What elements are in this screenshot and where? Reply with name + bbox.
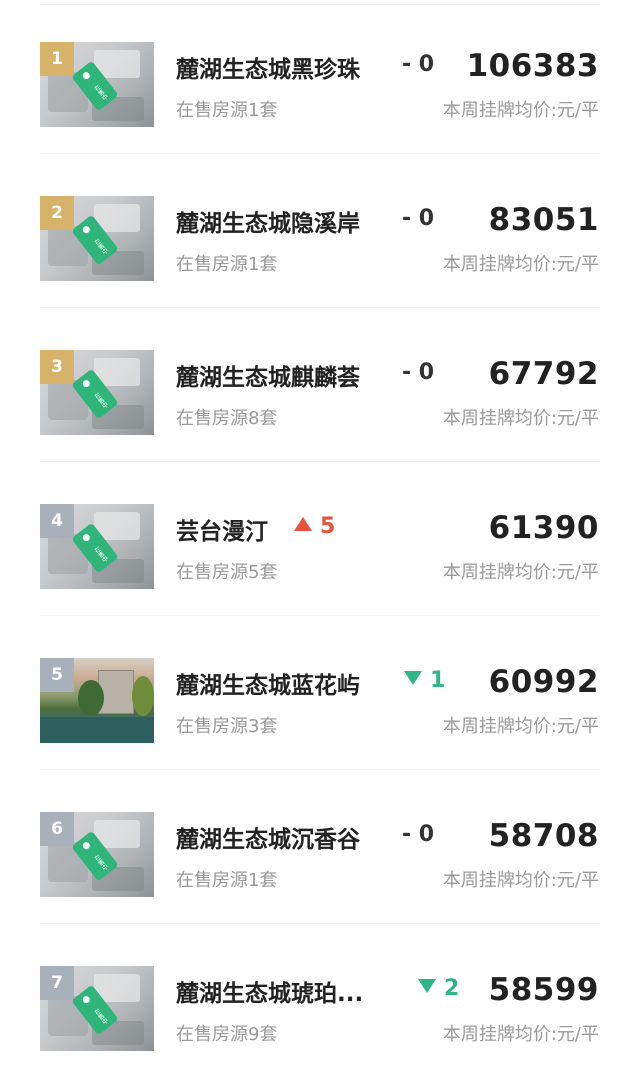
listing-count: 在售房源1套 [176, 100, 278, 121]
property-name: 麓湖生态城蓝花屿 [176, 673, 360, 699]
list-item[interactable]: 5 麓湖生态城蓝花屿 1 60992 在售房源3套 本周挂牌均价:元/平 [0, 616, 640, 770]
price-unit-label: 本周挂牌均价:元/平 [442, 716, 599, 737]
property-name: 麓湖生态城琥珀... [176, 981, 364, 1007]
price-unit-label: 本周挂牌均价:元/平 [442, 870, 599, 891]
property-thumbnail: 5 [40, 658, 154, 743]
rank-badge: 3 [40, 350, 74, 384]
property-thumbnail: 2 在售中 [40, 196, 154, 281]
price-unit-label: 本周挂牌均价:元/平 [442, 562, 599, 583]
listing-count: 在售房源1套 [176, 254, 278, 275]
list-item[interactable]: 2 在售中 麓湖生态城隐溪岸 - 0 83051 在售房源1套 本周挂牌均价:元… [0, 154, 640, 308]
rank-down-icon [418, 979, 436, 993]
rank-change: - 0 [402, 822, 435, 847]
property-thumbnail: 3 在售中 [40, 350, 154, 435]
price-unit-label: 本周挂牌均价:元/平 [442, 100, 599, 121]
price-unit-label: 本周挂牌均价:元/平 [442, 408, 599, 429]
property-thumbnail: 7 在售中 [40, 966, 154, 1051]
rank-badge: 2 [40, 196, 74, 230]
price-unit-label: 本周挂牌均价:元/平 [442, 254, 599, 275]
property-name: 麓湖生态城麒麟荟 [176, 365, 360, 391]
property-thumbnail: 1 在售中 [40, 42, 154, 127]
property-name: 麓湖生态城隐溪岸 [176, 211, 360, 237]
listing-count: 在售房源9套 [176, 1024, 278, 1045]
property-name: 芸台漫汀 [176, 519, 268, 545]
rank-change: 1 [404, 668, 445, 693]
list-item[interactable]: 1 在售中 麓湖生态城黑珍珠 - 0 106383 在售房源1套 本周挂牌均价:… [0, 0, 640, 154]
listing-count: 在售房源5套 [176, 562, 278, 583]
average-price: 58599 [488, 972, 599, 1008]
rank-change: - 0 [402, 52, 435, 77]
rank-up-icon [294, 517, 312, 531]
average-price: 106383 [466, 48, 599, 84]
listing-count: 在售房源1套 [176, 870, 278, 891]
listing-count: 在售房源3套 [176, 716, 278, 737]
rank-change: 2 [418, 976, 459, 1001]
rank-change: - 0 [402, 206, 435, 231]
average-price: 83051 [488, 202, 599, 238]
list-item[interactable]: 3 在售中 麓湖生态城麒麟荟 - 0 67792 在售房源8套 本周挂牌均价:元… [0, 308, 640, 462]
property-name: 麓湖生态城黑珍珠 [176, 57, 360, 83]
rank-badge: 7 [40, 966, 74, 1000]
property-thumbnail: 4 在售中 [40, 504, 154, 589]
rank-badge: 5 [40, 658, 74, 692]
average-price: 61390 [488, 510, 599, 546]
rank-change: - 0 [402, 360, 435, 385]
list-item[interactable]: 7 在售中 麓湖生态城琥珀... 2 58599 在售房源9套 本周挂牌均价:元… [0, 924, 640, 1078]
property-thumbnail: 6 在售中 [40, 812, 154, 897]
rank-change: 5 [294, 514, 335, 539]
average-price: 67792 [488, 356, 599, 392]
property-name: 麓湖生态城沉香谷 [176, 827, 360, 853]
rank-badge: 1 [40, 42, 74, 76]
listing-count: 在售房源8套 [176, 408, 278, 429]
rank-badge: 4 [40, 504, 74, 538]
rank-down-icon [404, 671, 422, 685]
list-item[interactable]: 6 在售中 麓湖生态城沉香谷 - 0 58708 在售房源1套 本周挂牌均价:元… [0, 770, 640, 924]
rank-badge: 6 [40, 812, 74, 846]
average-price: 58708 [488, 818, 599, 854]
list-item[interactable]: 4 在售中 芸台漫汀 5 61390 在售房源5套 本周挂牌均价:元/平 [0, 462, 640, 616]
price-unit-label: 本周挂牌均价:元/平 [442, 1024, 599, 1045]
average-price: 60992 [488, 664, 599, 700]
